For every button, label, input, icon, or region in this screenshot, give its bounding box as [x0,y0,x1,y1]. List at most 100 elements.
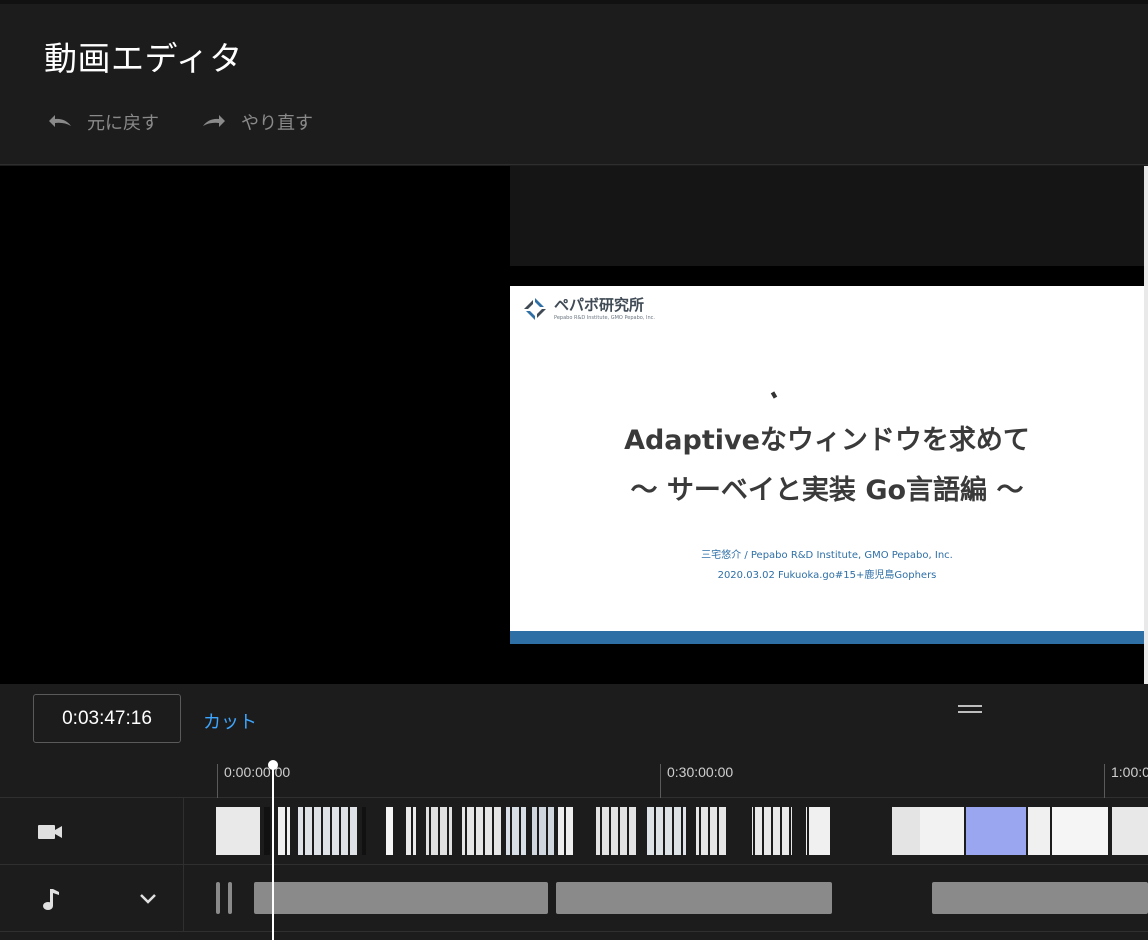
video-preview[interactable]: ペパボ研究所 Pepabo R&D Institute, GMO Pepabo,… [0,166,1148,686]
video-thumbnail-gap [285,807,287,855]
cut-button[interactable]: カット [203,708,257,734]
video-editor: 動画エディタ 元に戻す やり直す ペパボ研究所 Pepabo R&D Insti… [0,0,1148,940]
editor-header: 動画エディタ 元に戻す やり直す [0,4,1148,165]
video-thumbnail-gap [357,807,359,855]
video-thumbnail-gap [573,807,575,855]
slide-frame: ペパボ研究所 Pepabo R&D Institute, GMO Pepabo,… [510,286,1144,644]
video-thumbnail-gap [456,807,458,855]
timeline-controls: 0:03:47:16 カット [0,684,1148,754]
video-thumbnail-gap [420,807,422,855]
video-thumbnail [920,807,964,855]
video-thumbnail-gap [780,807,782,855]
undo-button[interactable]: 元に戻す [45,108,159,136]
waveform-segment [254,882,548,914]
ruler-tick [1104,764,1105,798]
slide-event: 2020.03.02 Fukuoka.go#15+鹿児島Gophers [717,570,937,581]
video-thumbnail-gap [618,807,620,855]
audio-track [0,865,1148,932]
waveform-segment [556,882,832,914]
redo-label: やり直す [241,113,313,134]
video-thumbnail-gap [744,807,746,855]
music-note-icon [43,889,59,910]
video-thumbnail-gap [474,807,476,855]
video-thumbnail [966,807,1026,855]
video-thumbnail [278,807,290,855]
video-thumbnail-gap [303,807,305,855]
video-thumbnail-gap [726,807,728,855]
video-thumbnail-gap [519,807,521,855]
ruler-label-2: 1:00:0 [1111,764,1148,780]
video-track [0,798,1148,865]
slide-title-line2: 〜 サーベイと実装 Go言語編 〜 [630,475,1024,506]
video-thumbnail-gap [393,807,395,855]
undo-icon [49,115,71,127]
video-thumbnail-gap [312,807,314,855]
slide-logo-text: ペパボ研究所 [554,295,645,314]
video-thumbnail [506,807,526,855]
video-thumbnail-gap [438,807,440,855]
video-thumbnail [596,807,636,855]
playhead[interactable] [272,764,274,940]
video-thumbnail-gap [609,807,611,855]
video-track-header [0,798,184,864]
redo-icon [203,115,225,127]
pepabo-logo-icon [524,298,546,320]
video-camera-icon [38,825,62,839]
timecode-field[interactable]: 0:03:47:16 [33,694,181,743]
page-title: 動画エディタ [44,39,243,78]
video-thumbnail-gap [717,807,719,855]
timeline-ruler[interactable]: 0:00:00:00 0:30:00:00 1:00:0 [0,754,1148,798]
video-thumbnail-gap [375,807,377,855]
slide-logo: ペパボ研究所 Pepabo R&D Institute, GMO Pepabo,… [522,296,655,322]
waveform-segment [216,882,220,914]
preview-frame: ペパボ研究所 Pepabo R&D Institute, GMO Pepabo,… [510,166,1148,686]
audio-track-header [0,865,184,931]
video-thumbnail-gap [654,807,656,855]
video-thumbnail-gap [537,807,539,855]
video-thumbnail [216,807,260,855]
undo-label: 元に戻す [87,113,159,134]
video-thumbnail-gap [681,807,683,855]
redo-button[interactable]: やり直す [199,108,313,136]
chevron-down-icon[interactable] [137,889,159,909]
video-thumbnail [1112,807,1148,855]
preview-edge [1144,166,1148,684]
bottom-strip [0,932,1148,940]
video-thumbnail-gap [339,807,341,855]
video-thumbnail-gap [735,807,737,855]
video-thumbnail-gap [564,807,566,855]
ruler-tick [217,764,218,798]
audio-waveform[interactable] [216,865,1148,932]
video-thumbnail-gap [447,807,449,855]
video-thumbnail-gap [465,807,467,855]
video-thumbnail-gap [402,807,404,855]
video-thumbnail-gap [321,807,323,855]
video-thumbnail-gap [501,807,503,855]
video-thumbnail-gap [582,807,584,855]
video-thumbnail-gap [690,807,692,855]
slide-footer-bar [510,631,1144,644]
video-thumbnail-gap [789,807,791,855]
waveform-segment [932,882,1148,914]
video-thumbnail-gap [708,807,710,855]
video-thumbnail [532,807,554,855]
video-thumbnail [1028,807,1050,855]
video-thumbnail [806,807,830,855]
ruler-tick [660,764,661,798]
panel-resize-handle[interactable] [958,705,982,715]
video-thumbnail-gap [528,807,530,855]
video-thumbnail-gap [672,807,674,855]
ruler-label-1: 0:30:00:00 [667,764,734,780]
video-thumbnail-gap [546,807,548,855]
video-thumbnail-gap [762,807,764,855]
slide-author: 三宅悠介 / Pepabo R&D Institute, GMO Pepabo,… [701,550,953,561]
video-thumbnail-gap [366,807,368,855]
playhead-handle[interactable] [268,760,278,770]
video-thumbnail-gap [645,807,647,855]
video-thumbnail-gap [492,807,494,855]
mouse-cursor [770,391,778,399]
video-thumbnail-gap [384,807,386,855]
video-thumbnail-gap [411,807,413,855]
video-thumbnails[interactable] [216,807,1148,855]
video-thumbnail-gap [555,807,557,855]
